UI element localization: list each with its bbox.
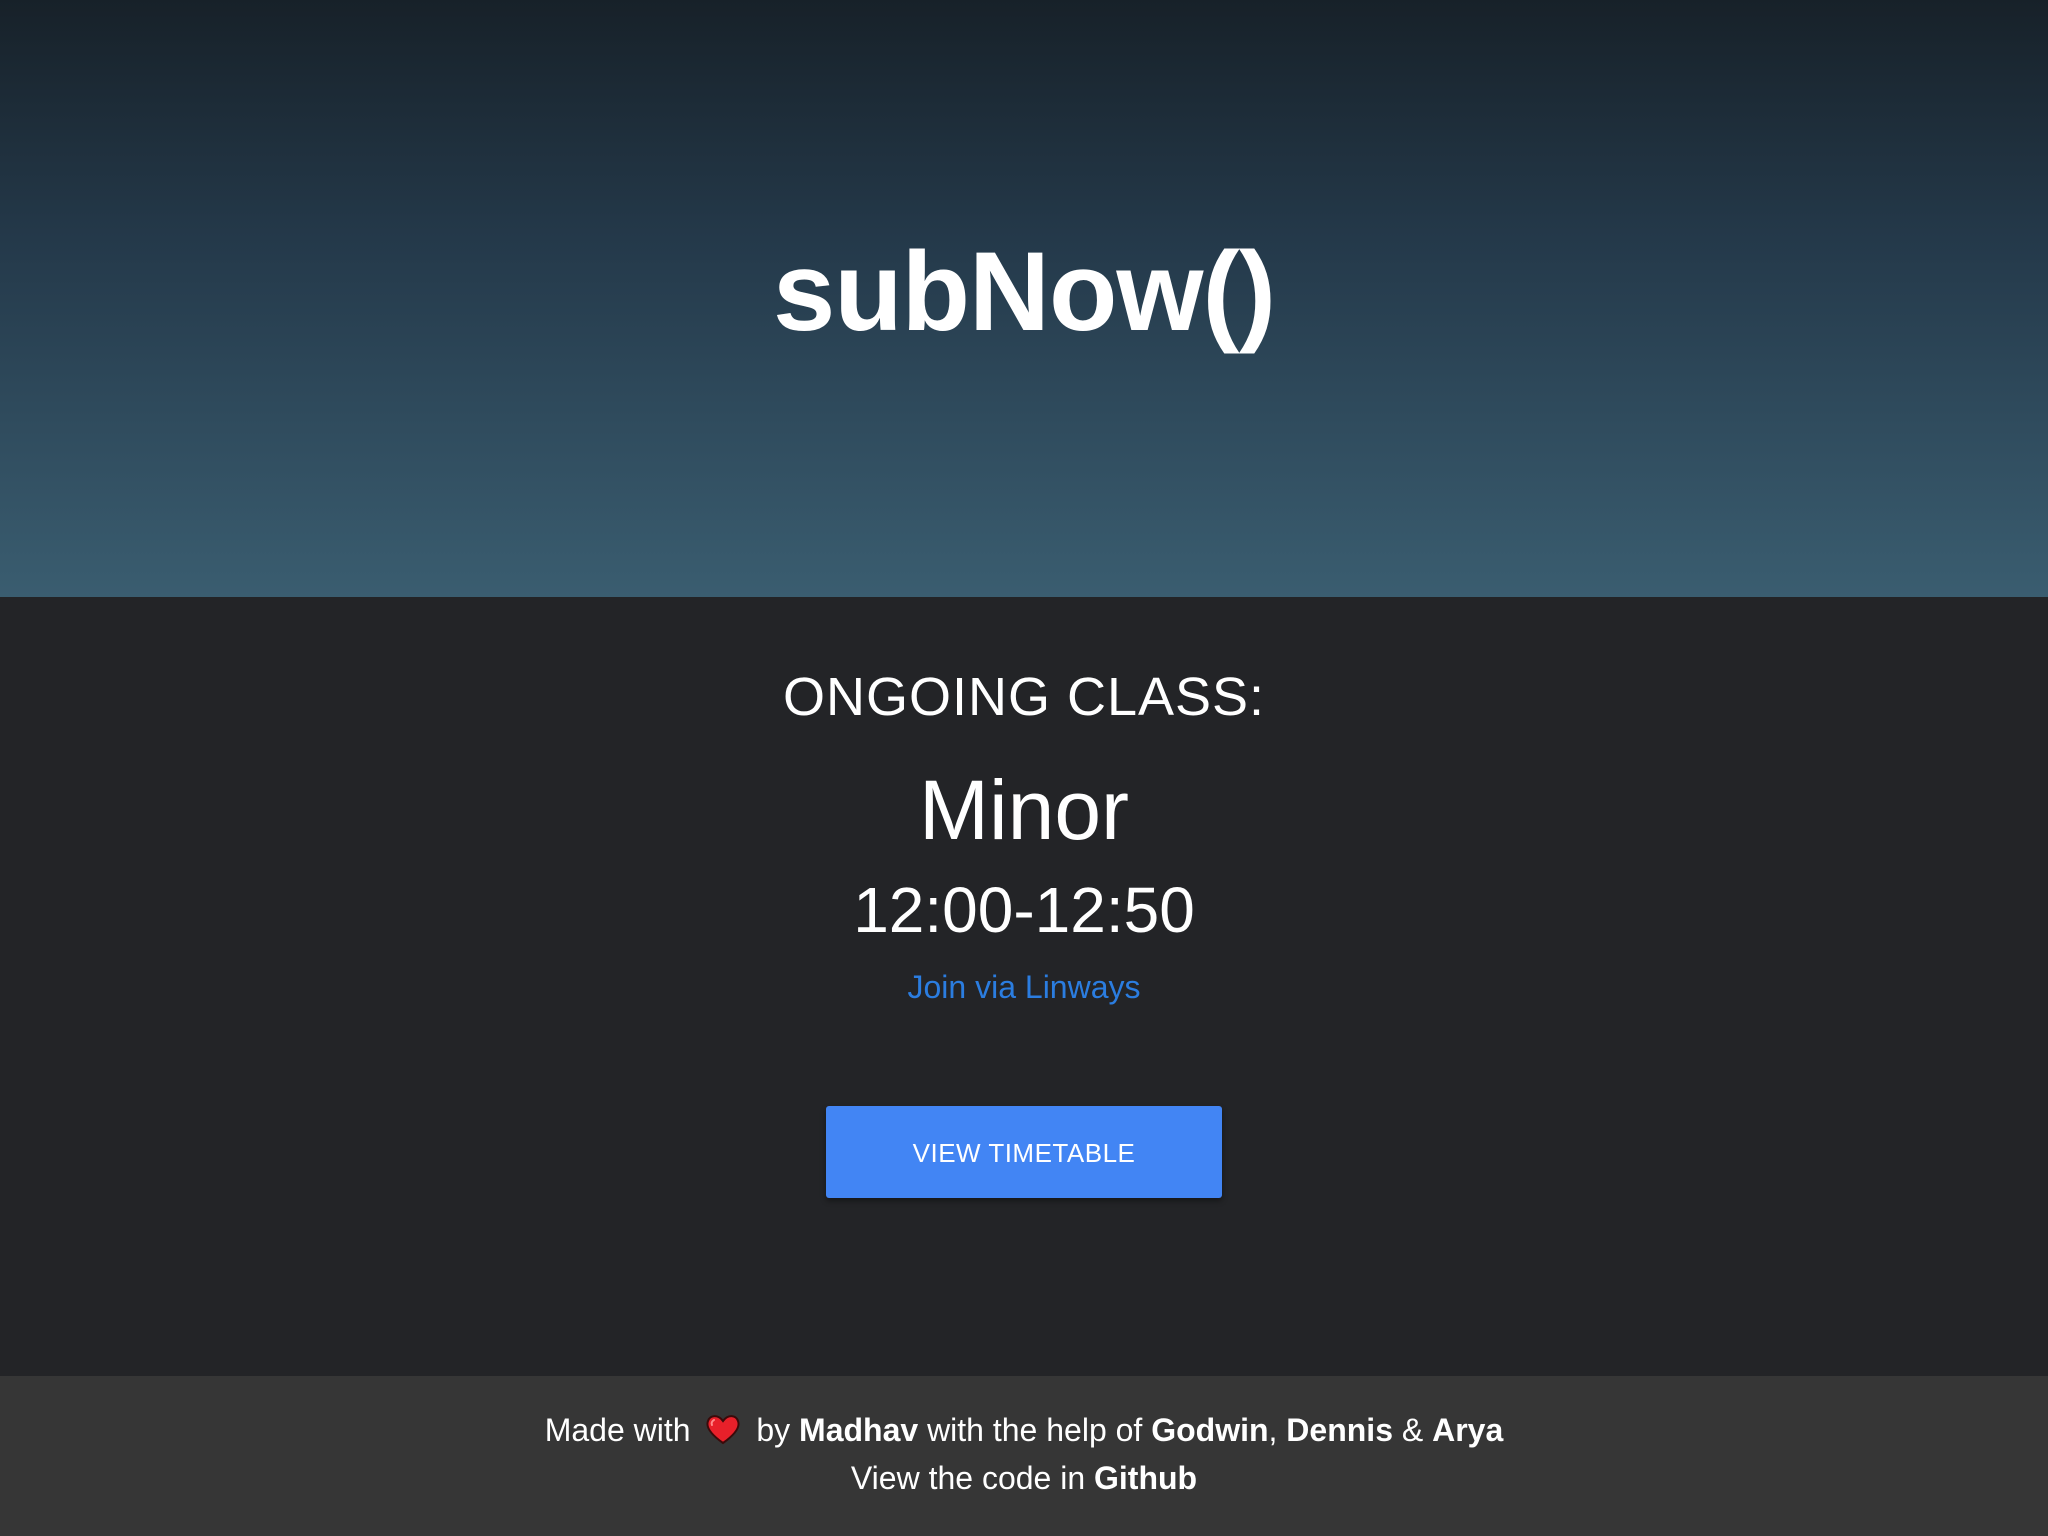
by-text: by: [756, 1412, 791, 1448]
footer: Made with by Madhav with the help of God…: [0, 1376, 2048, 1536]
app-title: subNow(): [772, 229, 1276, 354]
view-code-text: View the code in: [850, 1460, 1086, 1496]
helper-name-dennis: Dennis: [1286, 1412, 1393, 1448]
footer-source: View the code in Github: [0, 1458, 2048, 1498]
main-content: ONGOING CLASS: Minor 12:00-12:50 Join vi…: [0, 597, 2048, 1376]
view-timetable-button[interactable]: VIEW TIMETABLE: [826, 1106, 1222, 1198]
comma-separator: ,: [1268, 1412, 1278, 1448]
github-link[interactable]: Github: [1094, 1460, 1197, 1496]
class-name: Minor: [918, 763, 1130, 857]
help-text: with the help of: [927, 1412, 1143, 1448]
join-link-container: Join via Linways: [0, 967, 2048, 1007]
made-with-text: Made with: [544, 1412, 691, 1448]
helper-name-godwin: Godwin: [1151, 1412, 1269, 1448]
join-linways-link[interactable]: Join via Linways: [908, 969, 1141, 1005]
heart-icon: [706, 1415, 740, 1445]
helper-name-arya: Arya: [1432, 1412, 1504, 1448]
footer-credits: Made with by Madhav with the help of God…: [0, 1410, 2048, 1450]
header: subNow(): [0, 0, 2048, 597]
class-time: 12:00-12:50: [853, 874, 1195, 946]
ampersand: &: [1401, 1412, 1424, 1448]
author-name: Madhav: [799, 1412, 919, 1448]
ongoing-class-label: ONGOING CLASS:: [782, 667, 1266, 727]
